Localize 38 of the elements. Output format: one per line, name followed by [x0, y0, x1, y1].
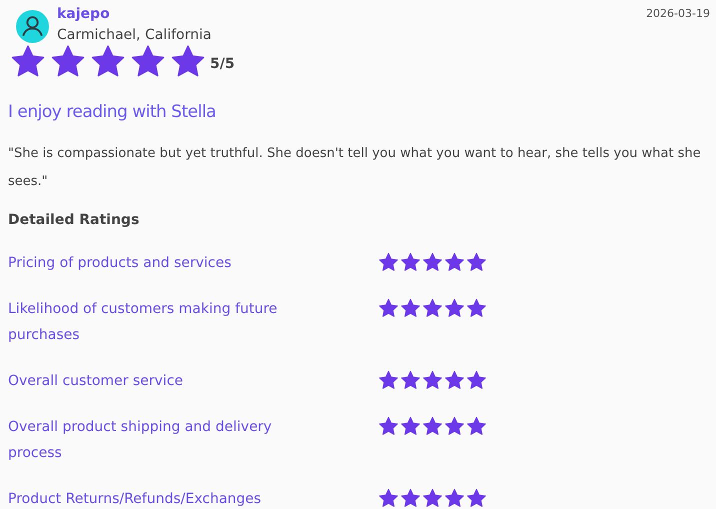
review-title: I enjoy reading with Stella [8, 102, 217, 122]
star-icon [400, 488, 421, 509]
star-icon [378, 252, 399, 273]
review-date: 2026-03-19 [646, 6, 710, 20]
star-icon [422, 416, 443, 437]
star-icon [400, 298, 421, 319]
star-icon [400, 252, 421, 273]
star-icon [422, 298, 443, 319]
star-icon [444, 298, 465, 319]
star-icon [422, 252, 443, 273]
score-text: 5/5 [210, 56, 235, 72]
star-icon [466, 298, 487, 319]
star-icon [444, 370, 465, 391]
star-icon [466, 370, 487, 391]
rating-label: Pricing of products and services [8, 254, 232, 273]
star-icon [378, 298, 399, 319]
rating-label: Overall customer service [8, 372, 184, 391]
star-icon [422, 370, 443, 391]
section-heading: Detailed Ratings [8, 212, 140, 228]
review-text: "She is compassionate but yet truthful. She doesn't tell you what you want to hear, she tells you what she sees." [8, 145, 702, 191]
star-icon [400, 416, 421, 437]
star-icon [400, 370, 421, 391]
star-icon [466, 416, 487, 437]
star-icon [466, 488, 487, 509]
rating-label: Product Returns/Refunds/Exchanges [8, 490, 262, 509]
star-icon [378, 370, 399, 391]
rating-label: Likelihood of customers making future purchases [8, 300, 278, 345]
star-icon [378, 416, 399, 437]
rating-label: Overall product shipping and delivery process [8, 418, 273, 463]
avatar-icon [16, 10, 49, 43]
star-icon [444, 252, 465, 273]
star-icon [444, 416, 465, 437]
star-icon [444, 488, 465, 509]
star-icon [378, 488, 399, 509]
star-icon [422, 488, 443, 509]
author-name[interactable]: kajepo [57, 4, 646, 24]
star-icon [466, 252, 487, 273]
location: Carmichael, California [57, 26, 212, 45]
